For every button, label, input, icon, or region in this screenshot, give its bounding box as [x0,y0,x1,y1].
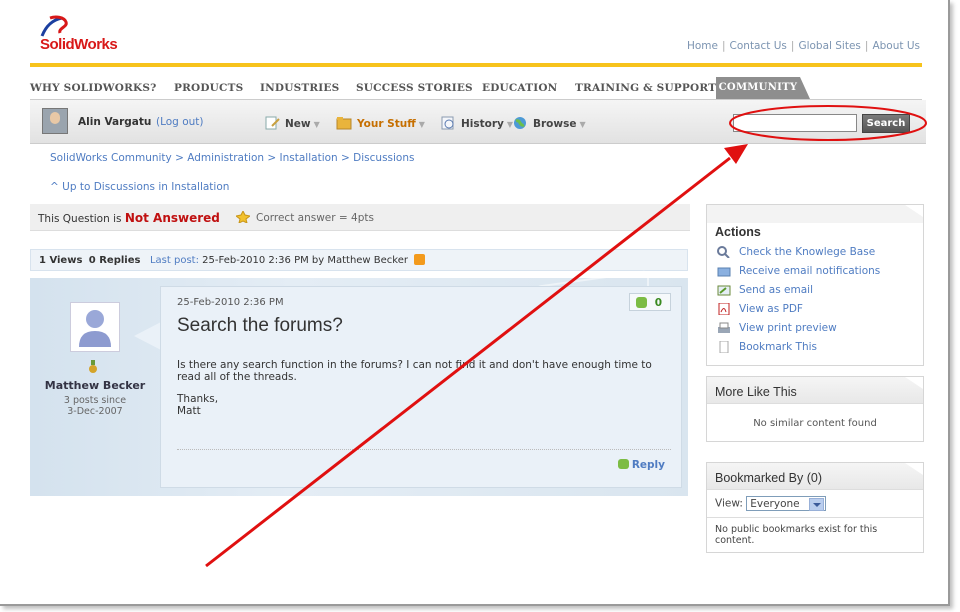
search-highlight-ellipse [729,105,927,141]
browser-page: SolidWorks Home | Contact Us | Global Sites |… [0,0,950,606]
annotation-overlay [205,105,927,568]
annotation-arrow [205,156,731,568]
